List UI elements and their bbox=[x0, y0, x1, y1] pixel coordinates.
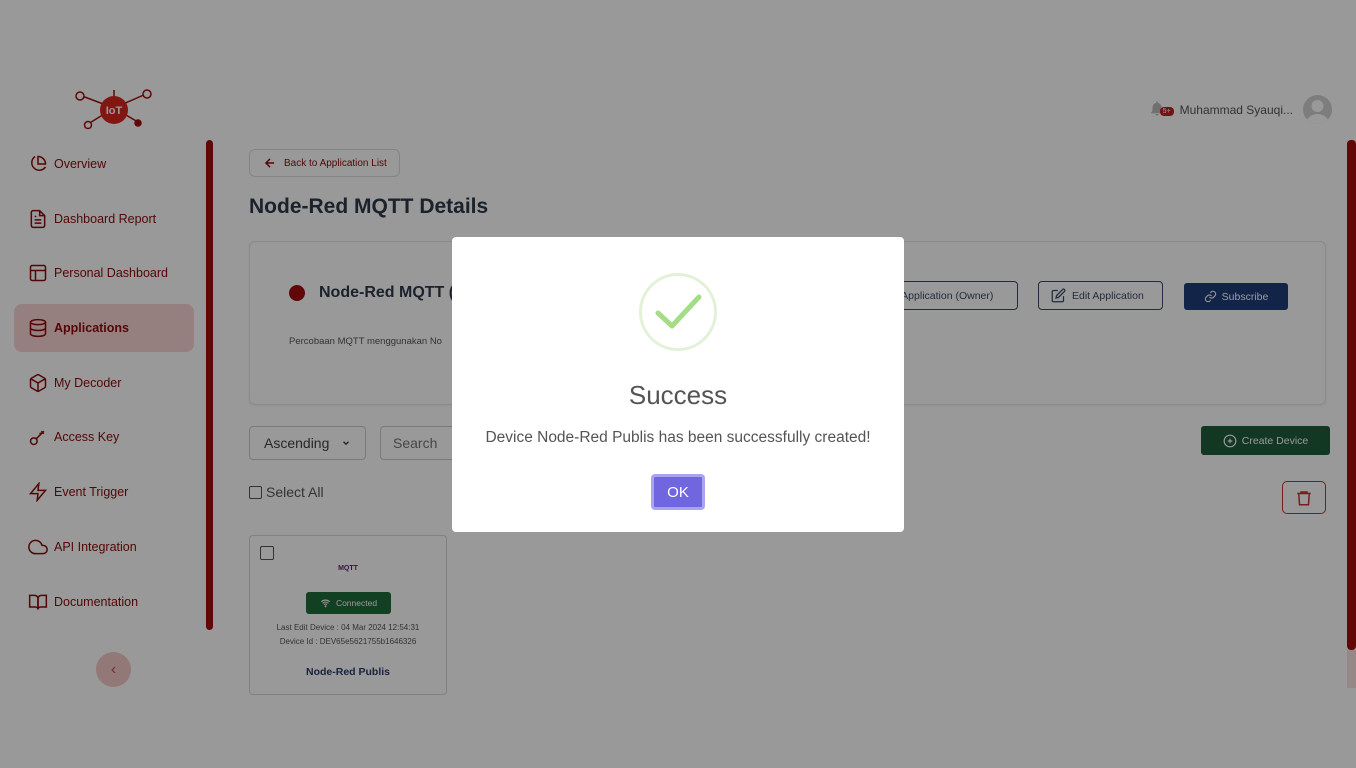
success-dialog: Success Device Node-Red Publis has been … bbox=[452, 237, 904, 532]
dialog-title: Success bbox=[628, 380, 728, 410]
ok-button[interactable]: OK bbox=[651, 474, 705, 510]
success-check-icon bbox=[639, 273, 717, 351]
dialog-message: Device Node-Red Publis has been successf… bbox=[485, 429, 871, 446]
